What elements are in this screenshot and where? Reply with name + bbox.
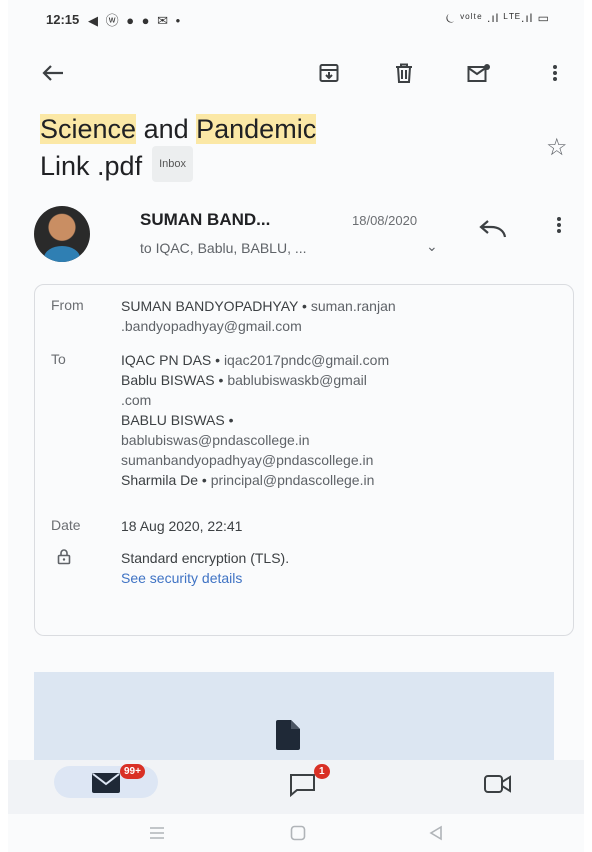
mark-unread-icon[interactable] <box>464 58 494 88</box>
status-notification-icons: ◀ ⓦ ● ● ✉ • <box>88 13 183 28</box>
archive-icon[interactable] <box>314 58 344 88</box>
sender-name[interactable]: SUMAN BAND... <box>140 210 270 230</box>
security-details-link[interactable]: See security details <box>121 570 242 586</box>
inbox-label-chip[interactable]: Inbox <box>152 146 193 182</box>
back-arrow-icon[interactable] <box>38 58 68 88</box>
message-more-icon[interactable] <box>556 214 562 240</box>
to-2-name: Bablu BISWAS <box>121 372 215 388</box>
mail-icon <box>92 773 120 798</box>
to-3-name: BABLU BISWAS <box>121 412 225 428</box>
to-value: IQAC PN DAS • iqac2017pndc@gmail.com Bab… <box>121 352 390 488</box>
to-5-name: Sharmila De <box>121 472 199 488</box>
from-label: From <box>51 297 84 313</box>
to-2-email-cont[interactable]: .com <box>121 392 151 408</box>
email-date: 18/08/2020 <box>352 213 418 228</box>
subject-highlight-1: Science <box>40 114 137 144</box>
date-value: 18 Aug 2020, 22:41 <box>121 518 243 534</box>
email-subject: Science and Pandemic <box>40 114 317 144</box>
chat-icon[interactable] <box>288 773 316 802</box>
status-system-icons: ⏾ ᵛᵒˡᵗᵉ .ıl ᴸᵀᴱ.ıl ▭ <box>445 11 550 25</box>
status-time: 12:15 <box>46 12 80 27</box>
subject-line2-text: Link .pdf <box>40 151 143 182</box>
more-vert-icon[interactable] <box>540 58 570 88</box>
sender-avatar[interactable] <box>34 206 90 262</box>
to-2-email[interactable]: bablubiswaskb@gmail <box>227 372 367 388</box>
date-label: Date <box>51 517 81 533</box>
from-email[interactable]: suman.ranjan <box>311 298 396 314</box>
security-info: Standard encryption (TLS). See security … <box>121 548 289 588</box>
top-app-bar <box>8 48 584 96</box>
gmail-screen: 12:15 ◀ ⓦ ● ● ✉ • ⏾ ᵛᵒˡᵗᵉ .ıl ᴸᵀᴱ.ıl ▭ S… <box>8 0 584 852</box>
email-subject-line2: Link .pdf Inbox <box>40 146 193 186</box>
subject-highlight-2: Pandemic <box>196 114 317 144</box>
subject-text: and <box>136 114 197 144</box>
delete-icon[interactable] <box>389 58 419 88</box>
email-details-card: From SUMAN BANDYOPADHYAY • suman.ranjan … <box>34 284 574 636</box>
mail-badge: 99+ <box>120 764 145 779</box>
file-icon <box>276 720 300 750</box>
recipients-summary[interactable]: to IQAC, Bablu, BABLU, ... <box>140 240 307 256</box>
back-nav-icon[interactable] <box>428 825 444 846</box>
chat-badge: 1 <box>314 764 330 779</box>
video-camera-icon[interactable] <box>484 775 512 798</box>
system-navigation-bar <box>8 814 584 852</box>
to-3-email[interactable]: bablubiswas@pndascollege.in <box>121 432 310 448</box>
lock-icon <box>57 549 71 568</box>
to-4-email[interactable]: sumanbandyopadhyay@pndascollege.in <box>121 452 373 468</box>
from-email-cont[interactable]: .bandyopadhyay@gmail.com <box>121 318 302 334</box>
from-value: SUMAN BANDYOPADHYAY • suman.ranjan .band… <box>121 298 396 334</box>
recent-apps-icon[interactable] <box>148 826 166 845</box>
home-icon[interactable] <box>290 825 306 846</box>
star-icon[interactable]: ☆ <box>546 133 568 162</box>
chevron-down-icon[interactable]: ⌄ <box>426 238 438 255</box>
to-label: To <box>51 351 66 367</box>
to-1-name: IQAC PN DAS <box>121 352 212 368</box>
to-5-email[interactable]: principal@pndascollege.in <box>211 472 375 488</box>
to-1-email[interactable]: iqac2017pndc@gmail.com <box>224 352 389 368</box>
reply-icon[interactable] <box>478 216 508 247</box>
status-bar: 12:15 ◀ ⓦ ● ● ✉ • ⏾ ᵛᵒˡᵗᵉ .ıl ᴸᵀᴱ.ıl ▭ <box>8 0 584 42</box>
attachment-preview[interactable] <box>34 672 554 764</box>
security-text: Standard encryption (TLS). <box>121 550 290 566</box>
from-name: SUMAN BANDYOPADHYAY <box>121 298 299 314</box>
